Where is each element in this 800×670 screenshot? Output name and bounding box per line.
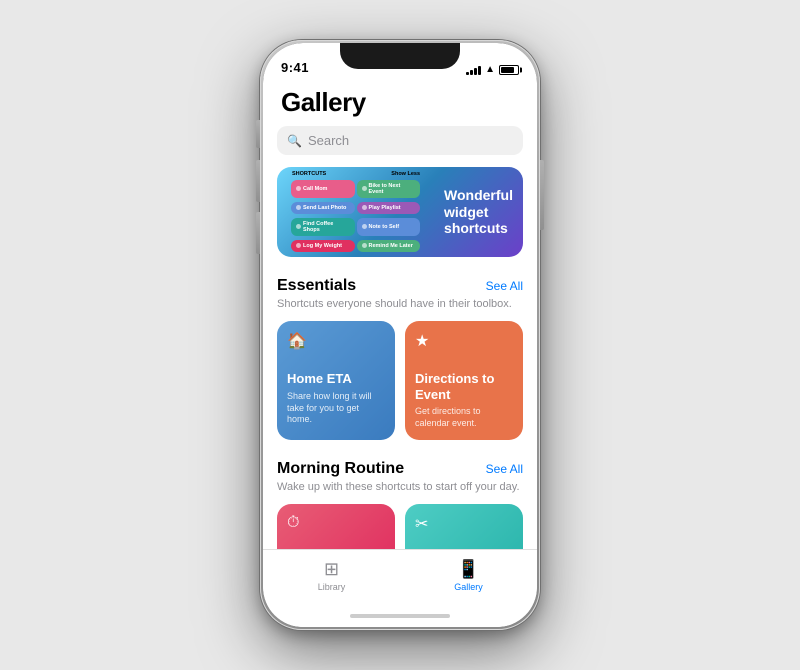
tab-bar: ⊞ Library 📱 Gallery xyxy=(263,549,537,605)
home-eta-card[interactable]: 🏠 Home ETA Share how long it will take f… xyxy=(277,321,395,440)
search-placeholder: Search xyxy=(308,133,349,148)
featured-card[interactable]: SHORTCUTS Show Less Call Mom Bike to Nex… xyxy=(277,167,523,257)
tab-library[interactable]: ⊞ Library xyxy=(263,559,400,592)
morning-see-all[interactable]: See All xyxy=(486,462,523,476)
power-button xyxy=(540,160,544,230)
shortcut-playlist: Play Playlist xyxy=(357,202,421,214)
shortcut-send-photo: Send Last Photo xyxy=(291,202,355,214)
essentials-subtitle: Shortcuts everyone should have in their … xyxy=(263,297,537,321)
shortcut-bike: Bike to Next Event xyxy=(357,180,421,198)
notch xyxy=(340,43,460,69)
volume-up-button xyxy=(256,160,260,202)
home-bar xyxy=(350,614,450,618)
shortcut-note: Note to Self xyxy=(357,218,421,236)
gallery-icon: 📱 xyxy=(457,559,479,580)
phone-inner: 9:41 ▲ Gallery xyxy=(263,43,537,627)
home-icon: 🏠 xyxy=(287,331,385,351)
shortcuts-mini-title: SHORTCUTS xyxy=(292,171,326,177)
wifi-icon: ▲ xyxy=(485,64,495,75)
featured-card-right: Wonderful widget shortcuts xyxy=(434,179,523,245)
home-eta-desc: Share how long it will take for you to g… xyxy=(287,391,385,426)
phone-screen: 9:41 ▲ Gallery xyxy=(263,43,537,627)
featured-text: Wonderful widget shortcuts xyxy=(444,187,513,237)
silent-button xyxy=(256,120,260,148)
signal-icon xyxy=(466,65,481,75)
gallery-label: Gallery xyxy=(454,582,483,592)
status-time: 9:41 xyxy=(281,60,309,75)
page-title: Gallery xyxy=(263,79,537,126)
tab-gallery[interactable]: 📱 Gallery xyxy=(400,559,537,592)
essentials-header: Essentials See All xyxy=(263,273,537,297)
search-icon: 🔍 xyxy=(287,134,302,148)
shortcuts-card[interactable]: ✂ xyxy=(405,504,523,549)
directions-desc: Get directions to calendar event. xyxy=(415,406,513,429)
directions-card[interactable]: ★ Directions to Event Get directions to … xyxy=(405,321,523,440)
scissors-icon: ✂ xyxy=(415,514,513,534)
morning-header: Morning Routine See All xyxy=(263,456,537,480)
timer-icon: ⏱ xyxy=(287,514,385,532)
shortcut-remind: Remind Me Later xyxy=(357,240,421,252)
morning-subtitle: Wake up with these shortcuts to start of… xyxy=(263,480,537,504)
shortcut-call-mom: Call Mom xyxy=(291,180,355,198)
scroll-content[interactable]: Gallery 🔍 Search SHORTCUTS Show Less xyxy=(263,79,537,549)
shortcuts-mini-action: Show Less xyxy=(391,171,420,177)
directions-title: Directions to Event xyxy=(415,371,513,402)
library-icon: ⊞ xyxy=(324,559,339,580)
morning-title: Morning Routine xyxy=(277,460,404,478)
essentials-cards: 🏠 Home ETA Share how long it will take f… xyxy=(263,321,537,456)
essentials-title: Essentials xyxy=(277,277,356,295)
status-icons: ▲ xyxy=(466,64,519,75)
essentials-see-all[interactable]: See All xyxy=(486,279,523,293)
morning-cards: ⏱ ✂ xyxy=(263,504,537,549)
shortcut-weight: Log My Weight xyxy=(291,240,355,252)
battery-icon xyxy=(499,65,519,75)
directions-icon: ★ xyxy=(415,331,513,351)
home-indicator xyxy=(263,605,537,627)
timer-card[interactable]: ⏱ xyxy=(277,504,395,549)
phone-frame: 9:41 ▲ Gallery xyxy=(260,40,540,630)
featured-card-left: SHORTCUTS Show Less Call Mom Bike to Nex… xyxy=(277,167,434,257)
library-label: Library xyxy=(318,582,346,592)
volume-down-button xyxy=(256,212,260,254)
home-eta-title: Home ETA xyxy=(287,371,385,387)
shortcut-coffee: Find Coffee Shops xyxy=(291,218,355,236)
search-bar[interactable]: 🔍 Search xyxy=(277,126,523,155)
